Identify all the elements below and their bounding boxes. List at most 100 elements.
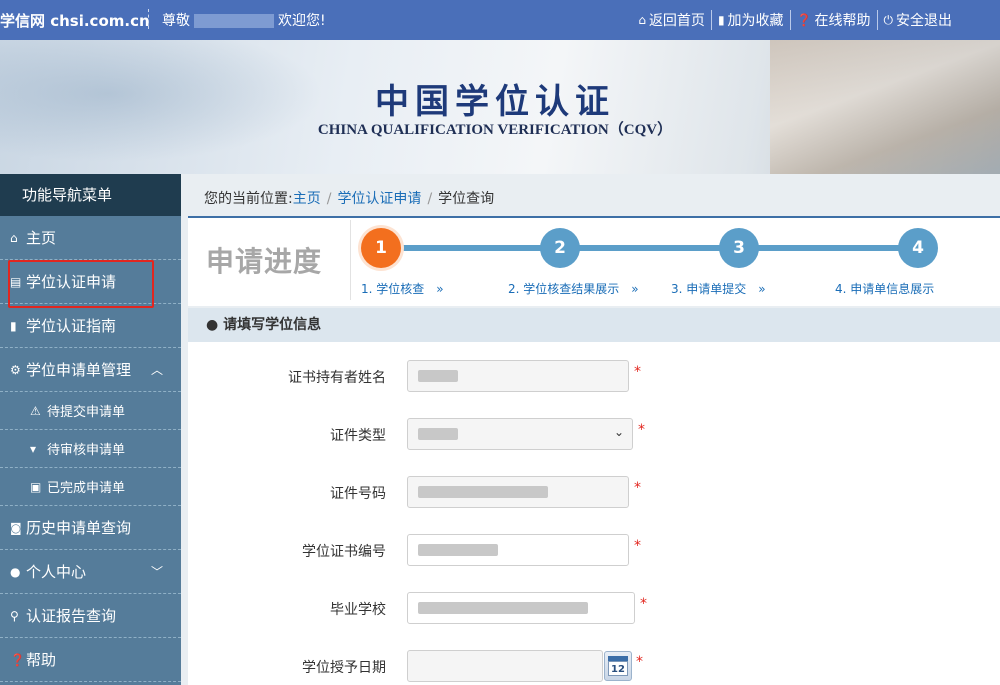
required-mark: * (634, 538, 641, 554)
breadcrumb-application[interactable]: 学位认证申请 (337, 191, 421, 207)
warning-icon: ⚠ (30, 403, 41, 418)
sidebar-item-home[interactable]: ⌂ 主页 (0, 216, 181, 260)
breadcrumb: 您的当前位置:主页 / 学位认证申请 / 学位查询 (204, 188, 494, 208)
field-label: 证件号码 (330, 486, 386, 502)
required-mark: * (636, 654, 643, 670)
id-type-select[interactable]: ⌄ (407, 418, 633, 450)
sidebar: 功能导航菜单 ⌂ 主页 ▤ 学位认证申请 ▮ 学位认证指南 ⚙ 学位申请单管理 … (0, 174, 181, 685)
certificate-number-input[interactable] (407, 534, 629, 566)
sidebar-item-help[interactable]: ❓ 帮助 (0, 638, 181, 682)
chevron-down-icon: ⌄ (613, 425, 624, 439)
user-icon: ● (206, 317, 219, 333)
progress-step-label: 1. 学位核查 » (361, 282, 444, 296)
form-row-id-number: 证件号码 * (188, 476, 1000, 508)
sidebar-item-degree-application[interactable]: ▤ 学位认证申请 (0, 260, 181, 304)
briefcase-icon: ▣ (30, 479, 42, 494)
breadcrumb-home[interactable]: 主页 (293, 191, 321, 207)
greeting-suffix: 欢迎您! (278, 13, 326, 29)
banner-title-cn: 中国学位认证 (375, 82, 615, 122)
sidebar-item-label: 学位认证指南 (26, 317, 117, 335)
sidebar-item-personal-center[interactable]: ● 个人中心 ﹀ (0, 550, 181, 594)
field-label: 学位证书编号 (302, 544, 386, 560)
sidebar-item-label: 主页 (26, 229, 57, 247)
sidebar-item-label: 帮助 (26, 651, 57, 669)
banner-title-en: CHINA QUALIFICATION VERIFICATION（CQV） (317, 122, 673, 138)
progress-step-4: 4 (898, 228, 938, 268)
redacted-value (418, 543, 498, 556)
sidebar-item-guide[interactable]: ▮ 学位认证指南 (0, 304, 181, 348)
progress-title: 申请进度 (206, 245, 323, 278)
redacted-value (418, 485, 548, 498)
form-row-id-type: 证件类型 ⌄ * (188, 418, 1000, 450)
logout-link-label: 安全退出 (896, 13, 952, 29)
divider (350, 220, 351, 300)
required-mark: * (640, 596, 647, 612)
required-mark: * (634, 364, 641, 380)
required-mark: * (638, 422, 645, 438)
top-links: ⌂ 返回首页 ▮ 加为收藏 ❓ 在线帮助 ⏻ 安全退出 (632, 10, 958, 30)
home-link[interactable]: ⌂ 返回首页 (632, 10, 711, 30)
file-icon: ▤ (10, 274, 22, 289)
chevron-down-icon: ﹀ (150, 565, 163, 579)
sidebar-item-application-management[interactable]: ⚙ 学位申请单管理 ︿ (0, 348, 181, 392)
field-label: 证书持有者姓名 (288, 370, 386, 386)
progress-step-label: 2. 学位核查结果展示 » (508, 282, 639, 296)
progress-panel: 申请进度 1 2 3 4 1. 学位核查 » 2. 学位核查结果展示 » 3. … (188, 216, 1000, 306)
cart-icon: ▾ (30, 441, 37, 456)
sidebar-subitem-label: 待审核申请单 (47, 443, 126, 458)
help-icon: ❓ (10, 652, 25, 667)
sidebar-header: 功能导航菜单 (0, 174, 181, 216)
required-mark: * (634, 480, 641, 496)
holder-name-input[interactable] (407, 360, 629, 392)
progress-step-label: 4. 申请单信息展示 (835, 282, 935, 296)
banner: 中国学位认证 CHINA QUALIFICATION VERIFICATION（… (0, 40, 1000, 174)
breadcrumb-separator: / (427, 191, 433, 207)
form-row-certificate-number: 学位证书编号 * (188, 534, 1000, 566)
form-row-award-date: 学位授予日期 12 * (188, 650, 1000, 682)
degree-form: 证书持有者姓名 * 证件类型 ⌄ * 证件号码 * 学位证书编号 * 毕业学校 … (188, 342, 1000, 685)
award-date-input[interactable] (407, 650, 603, 682)
home-icon: ⌂ (638, 13, 646, 27)
sidebar-item-label: 历史申请单查询 (26, 519, 132, 537)
sidebar-item-report-query[interactable]: ⚲ 认证报告查询 (0, 594, 181, 638)
progress-step-1: 1 (361, 228, 401, 268)
home-icon: ⌂ (10, 230, 18, 245)
progress-track (383, 245, 933, 251)
sidebar-subitem-pending-submit[interactable]: ⚠ 待提交申请单 (0, 392, 181, 430)
greeting-prefix: 尊敬 (162, 13, 190, 29)
calendar-button[interactable]: 12 (604, 651, 632, 681)
help-link[interactable]: ❓ 在线帮助 (789, 10, 877, 30)
bookmark-icon: ▮ (10, 318, 17, 333)
redacted-value (418, 369, 458, 382)
top-bar: 学信网 chsi.com.cn 尊敬 欢迎您! ⌂ 返回首页 ▮ 加为收藏 ❓ 在… (0, 0, 1000, 40)
site-brand[interactable]: 学信网 chsi.com.cn (0, 10, 150, 31)
progress-step-label: 3. 申请单提交 » (671, 282, 766, 296)
bookmark-link[interactable]: ▮ 加为收藏 (710, 10, 790, 30)
search-icon: ⚲ (10, 608, 19, 623)
redacted-value (418, 427, 458, 440)
logout-link[interactable]: ⏻ 安全退出 (876, 10, 959, 30)
home-link-label: 返回首页 (648, 13, 705, 29)
divider (148, 9, 149, 29)
greeting: 尊敬 欢迎您! (162, 10, 326, 30)
school-input[interactable] (407, 592, 635, 624)
sidebar-item-label: 学位申请单管理 (26, 361, 132, 379)
breadcrumb-separator: / (326, 191, 332, 207)
calendar-day: 12 (608, 661, 628, 676)
id-number-input[interactable] (407, 476, 629, 508)
sidebar-item-history[interactable]: ◙ 历史申请单查询 (0, 506, 181, 550)
sidebar-subitem-pending-review[interactable]: ▾ 待审核申请单 (0, 430, 181, 468)
sidebar-subitem-label: 已完成申请单 (47, 481, 126, 496)
field-label: 证件类型 (330, 428, 386, 444)
field-label: 毕业学校 (330, 602, 386, 618)
username-redacted (194, 14, 274, 28)
bookmark-icon: ▮ (717, 13, 725, 27)
gear-icon: ⚙ (10, 362, 21, 377)
main-content: 您的当前位置:主页 / 学位认证申请 / 学位查询 申请进度 1 2 3 4 1. 学位… (188, 174, 1000, 685)
sidebar-subitem-completed[interactable]: ▣ 已完成申请单 (0, 468, 181, 506)
breadcrumb-prefix: 您的当前位置: (204, 191, 293, 207)
breadcrumb-current: 学位查询 (438, 191, 495, 207)
form-row-holder-name: 证书持有者姓名 * (188, 360, 1000, 392)
form-section-title: 请填写学位信息 (223, 317, 322, 333)
progress-step-3: 3 (719, 228, 759, 268)
